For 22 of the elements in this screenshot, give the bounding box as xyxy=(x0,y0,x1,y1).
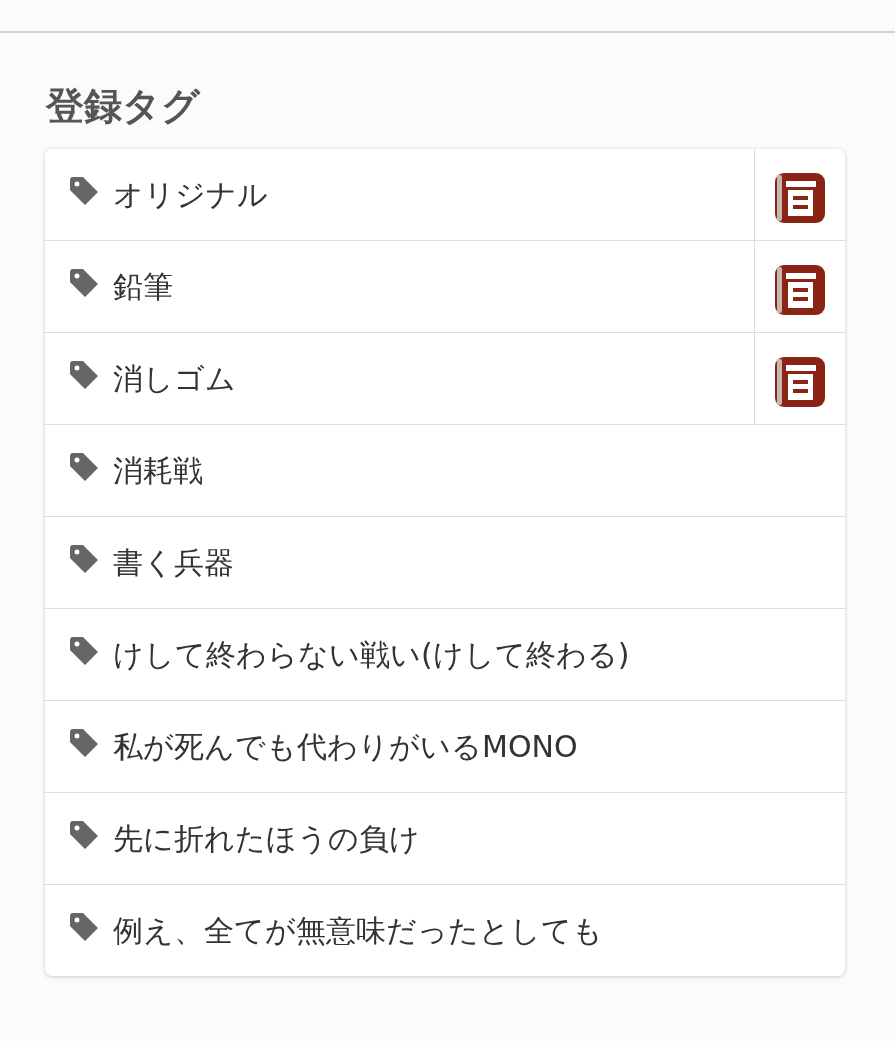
tag-icon xyxy=(70,176,98,205)
tag-icon xyxy=(70,544,98,573)
tag-icon xyxy=(70,360,98,389)
tag-link[interactable]: 鉛筆 xyxy=(113,267,173,306)
tag-link[interactable]: 消耗戦 xyxy=(113,451,203,490)
tag-link[interactable]: オリジナル xyxy=(113,175,268,214)
tag-link[interactable]: 消しゴム xyxy=(113,359,236,398)
tag-icon xyxy=(70,728,98,757)
tag-link[interactable]: けして終わらない戦い(けして終わる) xyxy=(113,635,630,674)
section-heading: 登録タグ xyxy=(46,83,202,129)
tag-icon xyxy=(70,268,98,297)
tag-icon xyxy=(70,452,98,481)
tag-link[interactable]: 私が死んでも代わりがいるMONO xyxy=(113,727,578,766)
tag-icon xyxy=(70,636,98,665)
tag-icon xyxy=(70,912,98,941)
kanji-tile-icon[interactable] xyxy=(775,264,825,315)
kanji-tile-icon[interactable] xyxy=(775,172,825,223)
tag-link[interactable]: 例え、全てが無意味だったとしても xyxy=(113,911,603,950)
tag-link[interactable]: 書く兵器 xyxy=(113,543,234,582)
tag-icon xyxy=(70,820,98,849)
tag-link[interactable]: 先に折れたほうの負け xyxy=(113,819,420,858)
kanji-tile-icon[interactable] xyxy=(775,356,825,407)
